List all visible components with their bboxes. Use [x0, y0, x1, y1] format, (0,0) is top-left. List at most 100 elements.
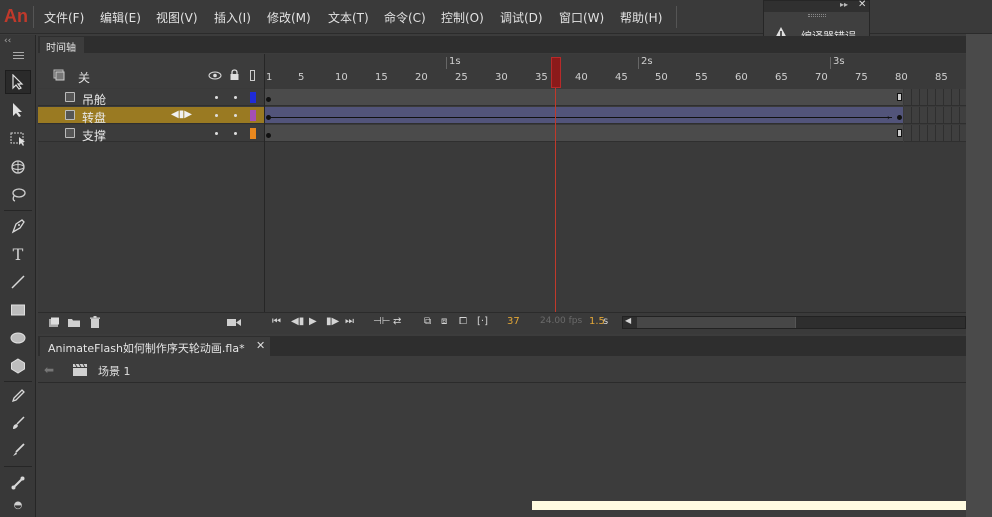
tab-document[interactable]: AnimateFlash如何制作序天轮动画.fla* ✕ — [40, 337, 270, 356]
pen-tool-icon[interactable] — [5, 214, 31, 238]
onion-skin-outlines-icon[interactable]: ⧈ — [441, 316, 447, 327]
layer-name[interactable]: 转盘 — [82, 109, 106, 126]
lock-all-icon[interactable] — [229, 69, 240, 81]
layer-icon — [65, 110, 75, 120]
menu-command[interactable]: 命令(C) — [384, 9, 426, 26]
menu-help[interactable]: 帮助(H) — [620, 9, 662, 26]
center-frame-icon[interactable]: ⇄ — [393, 316, 401, 327]
layer-row-selected[interactable]: 转盘 ◀▮▶ — [38, 107, 264, 126]
panel-menu-icon[interactable] — [13, 52, 24, 59]
tween-arrow — [270, 117, 892, 118]
ruler-second-tick — [446, 57, 447, 69]
ruler-frame-number: 40 — [575, 72, 588, 83]
close-panel-icon[interactable]: ✕ — [858, 0, 866, 10]
play-icon[interactable]: ▶ — [309, 316, 317, 327]
ruler-frame-number: 60 — [735, 72, 748, 83]
frame-row-tween[interactable]: › — [265, 107, 903, 124]
menu-insert[interactable]: 插入(I) — [214, 9, 251, 26]
lock-dot[interactable] — [234, 114, 237, 117]
empty-frames[interactable] — [904, 125, 966, 142]
lock-dot[interactable] — [234, 96, 237, 99]
tools-separator — [4, 466, 32, 467]
stage-area[interactable] — [38, 384, 966, 517]
edit-multiple-frames-icon[interactable]: ⧠ — [459, 316, 467, 327]
rectangle-tool-icon[interactable] — [5, 298, 31, 322]
tab-timeline[interactable]: 时间轴 — [40, 37, 84, 54]
paint-bucket-tool-icon[interactable]: ◓ — [5, 496, 31, 514]
visibility-dot[interactable] — [215, 114, 218, 117]
keyframe[interactable] — [897, 115, 902, 120]
scene-label[interactable]: 场景 1 — [98, 363, 131, 379]
outline-color-box[interactable] — [250, 128, 256, 139]
menu-edit[interactable]: 编辑(E) — [100, 9, 141, 26]
menu-modify[interactable]: 修改(M) — [267, 9, 311, 26]
camera-icon[interactable] — [227, 318, 241, 327]
keyframe[interactable] — [266, 97, 271, 102]
layer-name[interactable]: 支撑 — [82, 127, 106, 144]
menu-view[interactable]: 视图(V) — [156, 9, 198, 26]
visibility-dot[interactable] — [215, 96, 218, 99]
frame-row[interactable] — [265, 89, 903, 106]
outline-color-box[interactable] — [250, 92, 256, 103]
brush-tool-icon[interactable] — [5, 438, 31, 462]
lock-dot[interactable] — [234, 132, 237, 135]
modify-markers-icon[interactable]: [·] — [477, 316, 488, 327]
step-back-icon[interactable]: ◀▮ — [291, 316, 304, 327]
layer-row[interactable]: 吊舱 — [38, 89, 264, 108]
outline-color-box[interactable] — [250, 110, 256, 121]
stage-canvas[interactable] — [532, 501, 966, 510]
goto-first-frame-icon[interactable]: ⏮ — [272, 316, 281, 327]
ruler-frame-number: 30 — [495, 72, 508, 83]
oval-tool-icon[interactable] — [5, 326, 31, 350]
expand-panel-icon[interactable]: ▸▸ — [840, 0, 848, 9]
paint-brush-tool-icon[interactable] — [5, 411, 31, 435]
free-transform-tool-icon[interactable] — [5, 126, 31, 150]
polystar-tool-icon[interactable] — [5, 354, 31, 378]
new-layer-icon[interactable] — [48, 317, 60, 328]
menu-text[interactable]: 文本(T) — [328, 9, 369, 26]
lasso-tool-icon[interactable] — [5, 183, 31, 207]
delete-layer-icon[interactable] — [89, 316, 101, 328]
new-folder-icon[interactable] — [67, 317, 81, 328]
pencil-tool-icon[interactable] — [5, 384, 31, 408]
menu-control[interactable]: 控制(O) — [441, 9, 484, 26]
goto-last-frame-icon[interactable]: ⏭ — [345, 316, 354, 327]
3d-rotation-tool-icon[interactable] — [5, 155, 31, 179]
loop-icon[interactable]: ⊣⊢ — [373, 316, 390, 327]
subselection-tool-icon[interactable] — [5, 98, 31, 122]
current-frame-value[interactable]: 37 — [507, 316, 520, 327]
scroll-left-icon[interactable]: ◀ — [625, 316, 631, 325]
fps-value[interactable]: 24.00 fps — [540, 316, 582, 326]
menu-debug[interactable]: 调试(D) — [500, 9, 543, 26]
scrollbar-thumb[interactable] — [637, 317, 796, 328]
scene-bar — [38, 356, 966, 383]
outline-all-icon[interactable] — [250, 70, 255, 81]
ruler-frame-number: 10 — [335, 72, 348, 83]
keyframe[interactable] — [266, 133, 271, 138]
line-tool-icon[interactable] — [5, 270, 31, 294]
close-tab-icon[interactable]: ✕ — [256, 339, 265, 352]
empty-frames[interactable] — [904, 107, 966, 124]
selection-tool-icon[interactable] — [5, 70, 31, 94]
menu-file[interactable]: 文件(F) — [44, 9, 84, 26]
end-frame[interactable] — [897, 93, 902, 101]
back-arrow-icon[interactable]: ⬅ — [44, 363, 54, 377]
text-tool-icon[interactable]: T — [5, 242, 31, 266]
menu-window[interactable]: 窗口(W) — [559, 9, 604, 26]
drag-grip-icon[interactable] — [808, 14, 826, 17]
empty-frames[interactable] — [904, 89, 966, 106]
end-frame[interactable] — [897, 129, 902, 137]
tools-separator — [4, 210, 32, 211]
right-panel-edge — [966, 34, 992, 517]
layer-name[interactable]: 吊舱 — [82, 91, 106, 108]
playhead[interactable] — [551, 57, 561, 88]
collapse-panel-icon[interactable]: ‹‹ — [4, 36, 11, 46]
onion-skin-icon[interactable]: ⧉ — [424, 316, 431, 327]
frame-row[interactable] — [265, 125, 903, 142]
visibility-dot[interactable] — [215, 132, 218, 135]
bone-tool-icon[interactable] — [5, 471, 31, 495]
step-forward-icon[interactable]: ▮▶ — [326, 316, 339, 327]
show-hide-all-icon[interactable] — [208, 71, 222, 80]
layer-row[interactable]: 支撑 — [38, 125, 264, 144]
edit-layer-icon: ◀▮▶ — [171, 109, 192, 120]
